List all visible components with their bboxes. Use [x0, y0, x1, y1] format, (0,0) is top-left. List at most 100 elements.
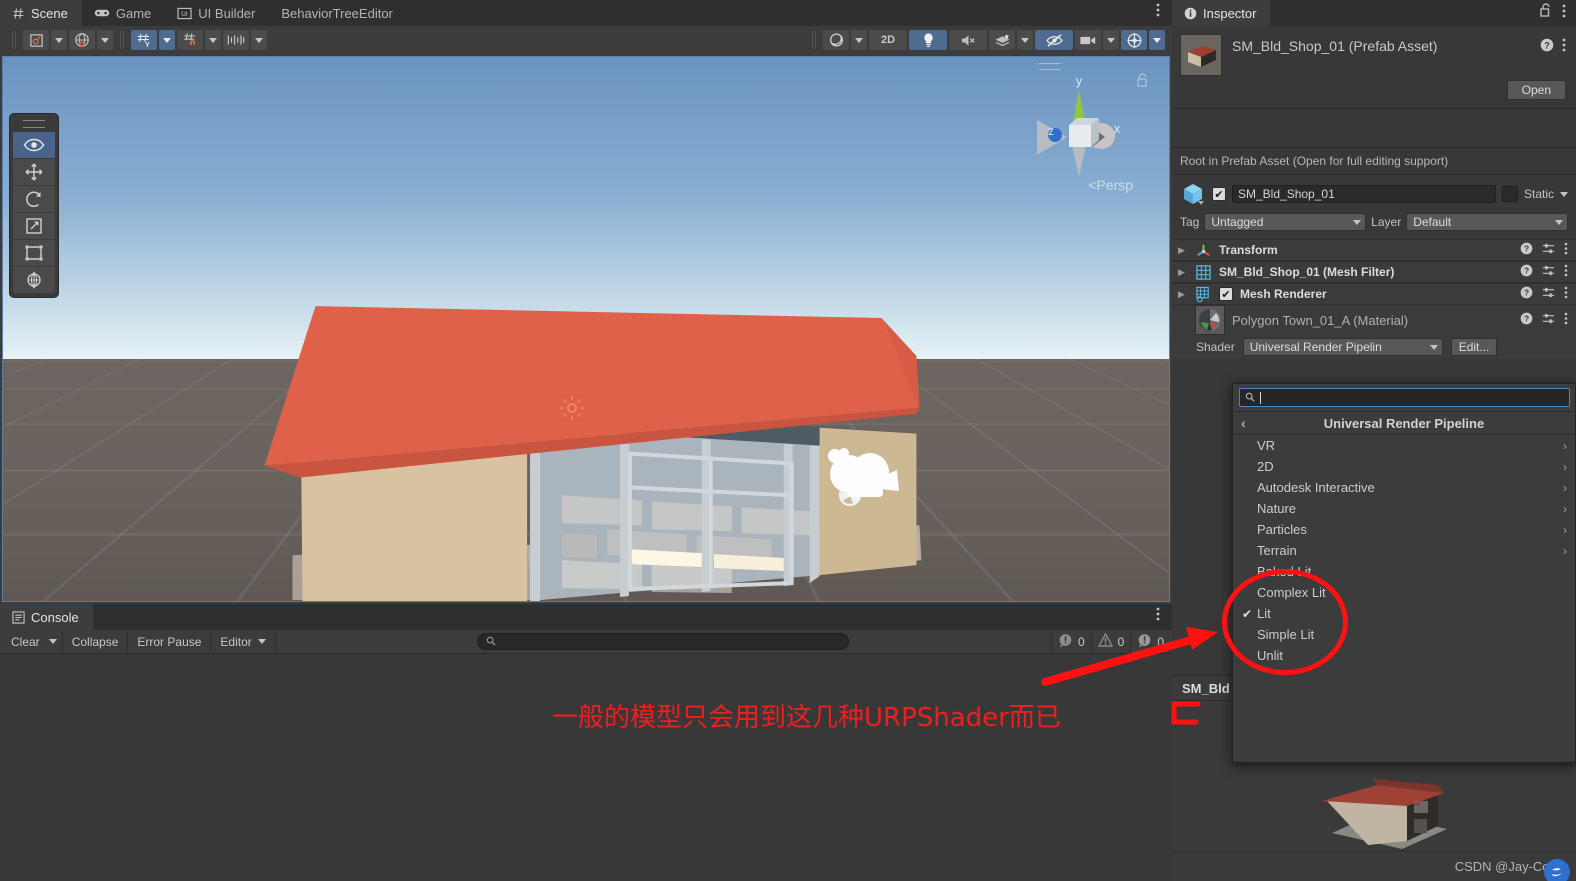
gameobject-enabled-checkbox[interactable]: ✔ [1212, 187, 1226, 201]
grid-axis-button[interactable]: Y [131, 30, 157, 50]
rotate-tool[interactable] [13, 186, 55, 212]
mesh-filter-foldout-icon[interactable]: ▶ [1178, 267, 1188, 278]
help-icon[interactable]: ? [1520, 312, 1533, 328]
scene-audio-toggle[interactable] [949, 30, 987, 50]
component-row-transform[interactable]: ▶ Transform ? [1172, 239, 1576, 261]
help-icon[interactable]: ? [1520, 264, 1533, 280]
editor-dropdown-button[interactable]: Editor [211, 632, 275, 652]
transform-foldout-icon[interactable]: ▶ [1178, 245, 1188, 256]
draw-mode-dropdown[interactable] [851, 30, 867, 50]
asset-menu-icon[interactable] [1562, 38, 1566, 55]
error-count[interactable]: 0 [1130, 632, 1170, 652]
shader-dropdown[interactable]: Universal Render Pipelin [1243, 338, 1443, 356]
kebab-menu-icon[interactable] [1564, 312, 1568, 328]
help-icon[interactable]: ? [1540, 38, 1554, 55]
help-icon[interactable]: ? [1520, 286, 1533, 302]
static-checkbox[interactable] [1502, 186, 1518, 202]
clear-button[interactable]: Clear [2, 632, 44, 652]
shader-item-simple-lit[interactable]: Simple Lit [1233, 624, 1575, 645]
preset-icon[interactable] [1542, 286, 1555, 302]
chevron-left-icon[interactable]: ‹ [1241, 415, 1246, 431]
console-search-input[interactable] [477, 633, 849, 650]
scene-lighting-toggle[interactable] [909, 30, 947, 50]
mesh-renderer-icon [1195, 286, 1212, 303]
console-message-list[interactable] [0, 654, 1172, 881]
shader-item-2d[interactable]: 2D › [1233, 456, 1575, 477]
help-icon[interactable]: ? [1520, 242, 1533, 258]
scene-camera-dropdown[interactable] [1103, 30, 1119, 50]
scene-visibility-toggle[interactable] [1035, 30, 1073, 50]
orientation-gizmo[interactable]: y z x [1019, 65, 1139, 195]
view-2d-toggle[interactable]: 2D [869, 30, 907, 50]
preset-icon[interactable] [1542, 242, 1555, 258]
pivot-mode-button[interactable] [23, 30, 49, 50]
rect-tool[interactable] [13, 240, 55, 266]
shader-item-terrain[interactable]: Terrain › [1233, 540, 1575, 561]
grid-snap-dropdown[interactable] [205, 30, 221, 50]
preset-icon[interactable] [1542, 264, 1555, 280]
pivot-mode-dropdown[interactable] [51, 30, 67, 50]
shader-item-lit[interactable]: ✔ Lit [1233, 603, 1575, 624]
transform-tool[interactable] [13, 267, 55, 293]
warning-count[interactable]: 0 [1091, 632, 1131, 652]
tab-scene[interactable]: Scene [0, 0, 82, 26]
kebab-menu-icon[interactable] [1564, 286, 1568, 302]
tab-ui-builder[interactable]: UI UI Builder [165, 0, 269, 26]
handle-space-dropdown[interactable] [97, 30, 113, 50]
handle-space-button[interactable] [69, 30, 95, 50]
directional-light-gizmo[interactable] [559, 395, 585, 421]
view-tool[interactable] [13, 132, 55, 158]
component-row-mesh-filter[interactable]: ▶ SM_Bld_Shop_01 (Mesh Filter) ? [1172, 261, 1576, 283]
tab-inspector[interactable]: Inspector [1172, 0, 1270, 26]
mesh-renderer-foldout-icon[interactable]: ▶ [1178, 289, 1188, 300]
tab-behavior-tree-editor[interactable]: BehaviorTreeEditor [269, 0, 407, 26]
tab-console[interactable]: Console [0, 604, 93, 630]
scene-camera-button[interactable] [1075, 30, 1101, 50]
gameobject-name-input[interactable]: SM_Bld_Shop_01 [1232, 185, 1496, 203]
shader-item-vr[interactable]: VR › [1233, 435, 1575, 456]
kebab-menu-icon[interactable] [1564, 242, 1568, 258]
increment-snap-dropdown[interactable] [251, 30, 267, 50]
shader-item-nature[interactable]: Nature › [1233, 498, 1575, 519]
shader-item-autodesk-interactive[interactable]: Autodesk Interactive › [1233, 477, 1575, 498]
shader-item-unlit[interactable]: Unlit [1233, 645, 1575, 666]
move-tool[interactable] [13, 159, 55, 185]
static-dropdown-chevron-down-icon[interactable] [1560, 192, 1568, 197]
shader-item-complex-lit[interactable]: Complex Lit [1233, 582, 1575, 603]
material-header-row[interactable]: Polygon Town_01_A (Material) ? [1172, 305, 1576, 335]
scene-panel-menu[interactable] [1156, 3, 1172, 26]
projection-mode-label[interactable]: <Persp [1088, 177, 1133, 193]
shader-item-particles[interactable]: Particles › [1233, 519, 1575, 540]
gizmos-dropdown[interactable] [1149, 30, 1165, 50]
tab-game[interactable]: Game [82, 0, 165, 26]
preset-icon[interactable] [1542, 312, 1555, 328]
kebab-menu-icon[interactable] [1564, 264, 1568, 280]
scene-viewport[interactable]: y z x <Persp [2, 56, 1170, 602]
component-row-mesh-renderer[interactable]: ▶ ✔ Mesh Renderer ? [1172, 283, 1576, 305]
scene-fx-button[interactable] [989, 30, 1015, 50]
increment-snap-button[interactable] [223, 30, 249, 50]
error-pause-button[interactable]: Error Pause [128, 632, 211, 652]
grid-snap-button[interactable] [177, 30, 203, 50]
camera-gizmo[interactable] [815, 439, 911, 531]
gizmos-toggle[interactable] [1121, 30, 1147, 50]
scene-fx-dropdown[interactable] [1017, 30, 1033, 50]
open-button[interactable]: Open [1507, 80, 1566, 100]
shader-item-baked-lit[interactable]: Baked Lit [1233, 561, 1575, 582]
draw-mode-button[interactable] [823, 30, 849, 50]
log-count[interactable]: 0 [1051, 632, 1091, 652]
gameobject-cube-icon[interactable] [1180, 181, 1206, 207]
shader-edit-button[interactable]: Edit... [1451, 338, 1498, 356]
inspector-menu-icon[interactable] [1562, 4, 1566, 21]
clear-dropdown[interactable] [44, 632, 63, 652]
shader-search-input[interactable] [1239, 388, 1570, 407]
unlock-icon[interactable] [1539, 3, 1552, 21]
tools-drag-handle[interactable] [23, 120, 45, 128]
mesh-renderer-enabled-checkbox[interactable]: ✔ [1219, 287, 1233, 301]
console-panel-menu[interactable] [1156, 607, 1172, 630]
collapse-button[interactable]: Collapse [63, 632, 129, 652]
grid-axis-dropdown[interactable] [159, 30, 175, 50]
layer-dropdown[interactable]: Default [1406, 213, 1568, 231]
scale-tool[interactable] [13, 213, 55, 239]
tag-dropdown[interactable]: Untagged [1204, 213, 1366, 231]
